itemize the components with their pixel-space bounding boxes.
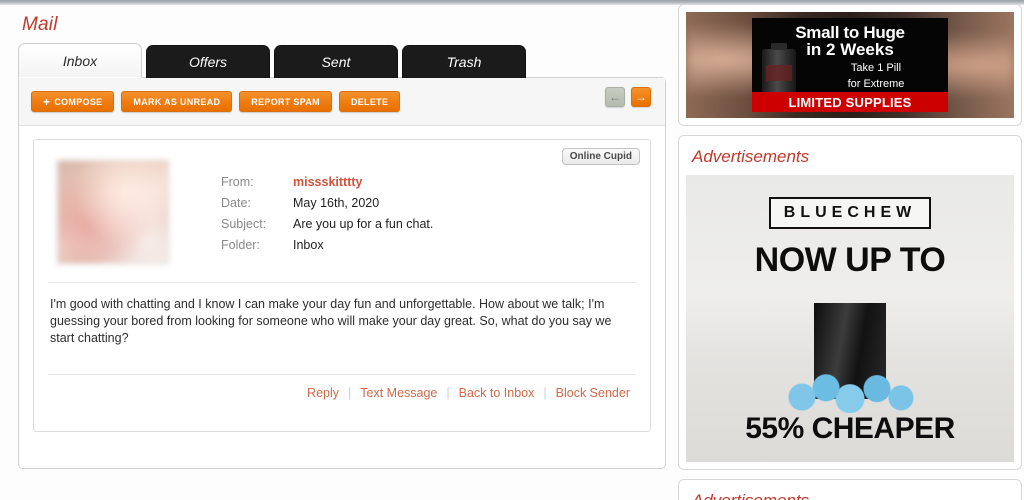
blue-pills-icon — [775, 371, 925, 413]
message-fields: From: missskitttty Date: May 16th, 2020 … — [221, 172, 433, 268]
tab-offers-label: Offers — [188, 54, 228, 70]
bluechew-ad[interactable]: BLUECHEW NOW UP TO 55% CHEAPER — [686, 175, 1014, 462]
block-sender-link[interactable]: Block Sender — [556, 386, 630, 400]
compose-button-label: COMPOSE — [54, 96, 103, 107]
back-to-inbox-link[interactable]: Back to Inbox — [459, 386, 535, 400]
mark-as-unread-button[interactable]: MARK AS UNREAD — [121, 91, 233, 112]
mail-panel: + COMPOSE MARK AS UNREAD REPORT SPAM DEL… — [18, 77, 666, 469]
field-date: Date: May 16th, 2020 — [221, 193, 433, 214]
action-separator: | — [543, 386, 547, 400]
mail-column: Mail Inbox Offers Sent Trash + COMPOSE M… — [8, 6, 670, 496]
bluechew-brand-logo: BLUECHEW — [768, 197, 932, 229]
avatar-image — [57, 160, 169, 264]
tab-offers[interactable]: Offers — [146, 45, 270, 78]
banner-ad-footer: LIMITED SUPPLIES — [752, 92, 948, 112]
previous-arrow-icon[interactable]: ← — [605, 87, 625, 107]
plus-icon: + — [43, 94, 51, 109]
bluechew-headline: NOW UP TO — [754, 241, 946, 279]
advertisements-panel-2: Advertisements — [678, 479, 1022, 500]
subject-label: Subject: — [221, 217, 267, 231]
message-body: I'm good with chatting and I know I can … — [50, 297, 612, 345]
mail-tabs: Inbox Offers Sent Trash — [18, 42, 670, 78]
avatar[interactable] — [46, 154, 173, 268]
advertisements-panel-1: Advertisements BLUECHEW NOW UP TO 55% CH… — [678, 135, 1022, 470]
tab-inbox[interactable]: Inbox — [18, 43, 142, 78]
mark-as-unread-label: MARK AS UNREAD — [133, 96, 221, 107]
delete-label: DELETE — [350, 96, 389, 107]
tab-sent[interactable]: Sent — [274, 45, 398, 78]
sender-name[interactable]: missskitttty — [293, 172, 362, 193]
field-from: From: missskitttty — [221, 172, 433, 193]
page-title: Mail — [22, 14, 58, 35]
delete-button[interactable]: DELETE — [338, 91, 401, 112]
message-subject: Are you up for a fun chat. — [293, 217, 434, 231]
folder-label: Folder: — [221, 238, 260, 252]
pagination-controls: ← → — [605, 87, 651, 107]
message-card: Online Cupid From: missskitttty Date: Ma… — [33, 139, 651, 432]
compose-button[interactable]: + COMPOSE — [31, 91, 115, 112]
page-root: Mail Inbox Offers Sent Trash + COMPOSE M… — [0, 0, 1024, 500]
banner-ad-line1: Small to Huge — [795, 23, 905, 42]
status-badge: Online Cupid — [561, 148, 640, 165]
banner-ad-content: Small to Huge in 2 Weeks Take 1 Pill for… — [752, 18, 948, 112]
pill-bottle-icon — [762, 43, 796, 93]
tab-sent-label: Sent — [321, 54, 351, 70]
action-separator: | — [348, 386, 352, 400]
report-spam-button[interactable]: REPORT SPAM — [239, 91, 332, 112]
tab-trash[interactable]: Trash — [402, 45, 526, 78]
message-date: May 16th, 2020 — [293, 196, 380, 210]
message-actions: Reply | Text Message | Back to Inbox | B… — [46, 375, 638, 400]
banner-ad-panel: Small to Huge in 2 Weeks Take 1 Pill for… — [678, 4, 1022, 126]
date-label: Date: — [221, 196, 251, 210]
advertisement-sidebar: Small to Huge in 2 Weeks Take 1 Pill for… — [678, 4, 1022, 500]
advertisements-heading-2: Advertisements — [686, 487, 1014, 500]
bluechew-discount: 55% CHEAPER — [745, 412, 955, 445]
advertisements-heading-1: Advertisements — [692, 147, 810, 166]
field-subject: Subject: Are you up for a fun chat. — [221, 214, 433, 235]
message-folder: Inbox — [293, 238, 324, 252]
field-folder: Folder: Inbox — [221, 235, 433, 256]
action-separator: | — [446, 386, 450, 400]
banner-ad[interactable]: Small to Huge in 2 Weeks Take 1 Pill for… — [686, 12, 1014, 118]
tab-trash-label: Trash — [446, 54, 482, 70]
mail-toolbar: + COMPOSE MARK AS UNREAD REPORT SPAM DEL… — [19, 78, 665, 126]
message-header: From: missskitttty Date: May 16th, 2020 … — [46, 150, 638, 268]
tab-inbox-label: Inbox — [62, 52, 98, 69]
from-label: From: — [221, 175, 254, 189]
reply-link[interactable]: Reply — [307, 386, 339, 400]
next-arrow-icon[interactable]: → — [631, 87, 651, 107]
text-message-link[interactable]: Text Message — [360, 386, 437, 400]
report-spam-label: REPORT SPAM — [251, 96, 320, 107]
